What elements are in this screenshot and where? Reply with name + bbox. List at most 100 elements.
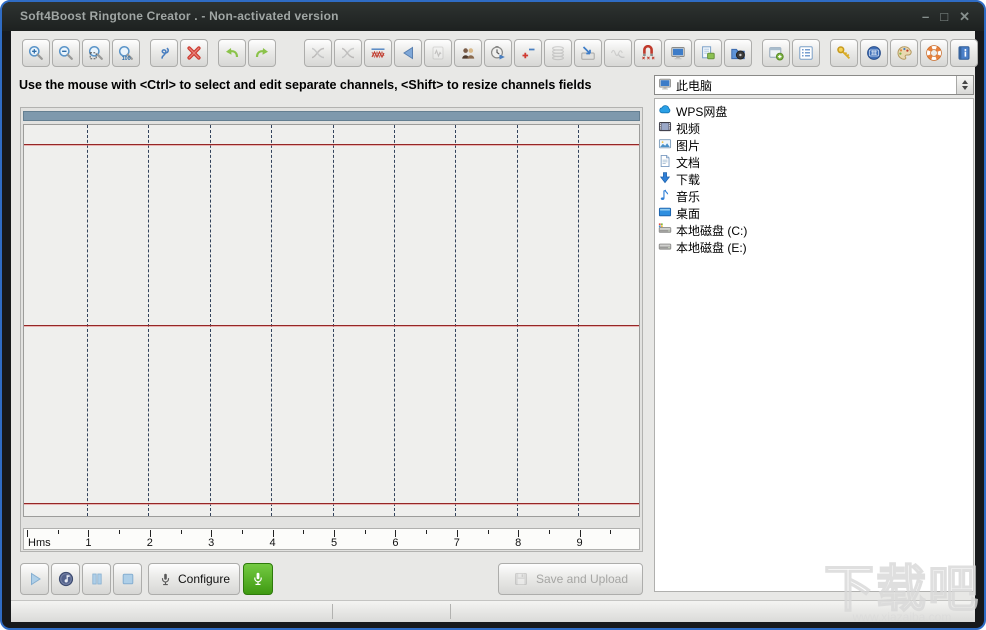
delete-icon bbox=[186, 45, 202, 61]
maximize-button[interactable]: □ bbox=[940, 10, 948, 23]
pause-button[interactable] bbox=[82, 563, 111, 595]
save-upload-button[interactable]: Save and Upload bbox=[498, 563, 643, 595]
file-item[interactable]: 文档 bbox=[658, 154, 970, 171]
save-upload-label: Save and Upload bbox=[535, 572, 629, 586]
ruler-tick bbox=[548, 530, 550, 534]
themes-button[interactable] bbox=[890, 39, 918, 67]
fade-out-button[interactable] bbox=[334, 39, 362, 67]
toolbar-group: 100 bbox=[21, 39, 141, 67]
fade-in-icon bbox=[310, 45, 326, 61]
play-icon bbox=[27, 571, 43, 587]
ruler-tick bbox=[364, 530, 366, 534]
ruler-label: 6 bbox=[392, 537, 399, 549]
file-item-label: 视频 bbox=[676, 122, 701, 136]
envelope-button[interactable] bbox=[574, 39, 602, 67]
stop-icon bbox=[120, 571, 136, 587]
play-button[interactable] bbox=[20, 563, 49, 595]
zoom-in-icon bbox=[28, 45, 44, 61]
about-button[interactable] bbox=[950, 39, 978, 67]
ruler-label: 4 bbox=[269, 537, 276, 549]
file-item[interactable]: 下载 bbox=[658, 171, 970, 188]
file-item[interactable]: 音乐 bbox=[658, 188, 970, 205]
fade-in-button[interactable] bbox=[304, 39, 332, 67]
spinner-control[interactable] bbox=[956, 76, 973, 94]
themes-icon bbox=[896, 45, 912, 61]
play-reverse-button[interactable] bbox=[394, 39, 422, 67]
timer-play-button[interactable] bbox=[484, 39, 512, 67]
stop-button[interactable] bbox=[113, 563, 142, 595]
file-item[interactable]: 桌面 bbox=[658, 205, 970, 222]
file-item[interactable]: 本地磁盘 (C:) bbox=[658, 222, 970, 239]
file-list: WPS网盘视频 图片 文档 下载 音乐桌面本地磁盘 (C:) 本地磁盘 (E:) bbox=[654, 98, 974, 592]
zoom-100-button[interactable]: 100 bbox=[112, 39, 140, 67]
ruler-tick bbox=[334, 530, 335, 537]
waveform-canvas[interactable] bbox=[23, 124, 640, 517]
amplify-button[interactable] bbox=[514, 39, 542, 67]
new-window-button[interactable] bbox=[762, 39, 790, 67]
spinner-up-icon bbox=[962, 80, 968, 84]
window-controls: – □ ✕ bbox=[922, 2, 970, 31]
status-separator bbox=[332, 604, 333, 619]
ruler-label: 7 bbox=[453, 537, 460, 549]
zoom-selection-button[interactable] bbox=[82, 39, 110, 67]
title-bar[interactable]: Soft4Boost Ringtone Creator . - Non-acti… bbox=[2, 2, 984, 31]
play-all-button[interactable] bbox=[51, 563, 80, 595]
noise-removal-button[interactable] bbox=[634, 39, 662, 67]
ruler-tick bbox=[579, 530, 581, 537]
playlist-icon bbox=[798, 45, 814, 61]
toolbar-group bbox=[217, 39, 277, 67]
zoom-in-button[interactable] bbox=[22, 39, 50, 67]
svg-text:100: 100 bbox=[122, 56, 131, 61]
spinner-down-icon bbox=[962, 86, 968, 90]
website-icon bbox=[866, 45, 882, 61]
redo-icon bbox=[254, 45, 270, 61]
my-computer-button[interactable] bbox=[664, 39, 692, 67]
properties-button[interactable] bbox=[424, 39, 452, 67]
computer-icon bbox=[658, 77, 672, 94]
stretch-button[interactable] bbox=[544, 39, 572, 67]
voices-icon bbox=[460, 45, 476, 61]
file-item-label: 桌面 bbox=[676, 207, 701, 221]
timer-play-icon bbox=[490, 45, 506, 61]
website-button[interactable] bbox=[860, 39, 888, 67]
status-bar bbox=[11, 600, 975, 622]
disc-folder-button[interactable] bbox=[724, 39, 752, 67]
minimize-button[interactable]: – bbox=[922, 10, 929, 23]
close-button[interactable]: ✕ bbox=[959, 10, 970, 23]
playlist-button[interactable] bbox=[792, 39, 820, 67]
smooth-icon bbox=[610, 45, 626, 61]
level-line bbox=[24, 144, 639, 145]
voices-button[interactable] bbox=[454, 39, 482, 67]
lasso-select-button[interactable] bbox=[150, 39, 178, 67]
save-file-button[interactable] bbox=[694, 39, 722, 67]
configure-label: Configure bbox=[177, 572, 231, 586]
position-bar[interactable] bbox=[23, 111, 640, 121]
location-value: 此电脑 bbox=[676, 78, 713, 93]
record-button[interactable] bbox=[243, 563, 273, 595]
hint-text: Use the mouse with <Ctrl> to select and … bbox=[19, 78, 592, 92]
delete-button[interactable] bbox=[180, 39, 208, 67]
toolbar-group bbox=[829, 39, 979, 67]
window-title: Soft4Boost Ringtone Creator . - Non-acti… bbox=[20, 9, 339, 23]
location-dropdown[interactable]: 此电脑 bbox=[654, 75, 974, 95]
configure-button[interactable]: Configure bbox=[148, 563, 240, 595]
microphone-icon bbox=[158, 572, 173, 587]
file-item[interactable]: 图片 bbox=[658, 137, 970, 154]
redo-button[interactable] bbox=[248, 39, 276, 67]
file-item[interactable]: 视频 bbox=[658, 120, 970, 137]
ruler-tick bbox=[88, 530, 90, 537]
grid-line-vertical bbox=[516, 125, 518, 516]
smooth-button[interactable] bbox=[604, 39, 632, 67]
file-item[interactable]: WPS网盘 bbox=[658, 103, 970, 120]
disc-folder-icon bbox=[730, 45, 746, 61]
mix-button[interactable] bbox=[364, 39, 392, 67]
file-item[interactable]: 本地磁盘 (E:) bbox=[658, 239, 970, 256]
zoom-selection-icon bbox=[88, 45, 104, 61]
ruler-label: 2 bbox=[146, 537, 153, 549]
ruler-tick bbox=[487, 530, 489, 534]
file-item-label: 本地磁盘 (C:) bbox=[676, 224, 748, 238]
help-button[interactable] bbox=[920, 39, 948, 67]
zoom-out-button[interactable] bbox=[52, 39, 80, 67]
activate-key-button[interactable] bbox=[830, 39, 858, 67]
undo-button[interactable] bbox=[218, 39, 246, 67]
